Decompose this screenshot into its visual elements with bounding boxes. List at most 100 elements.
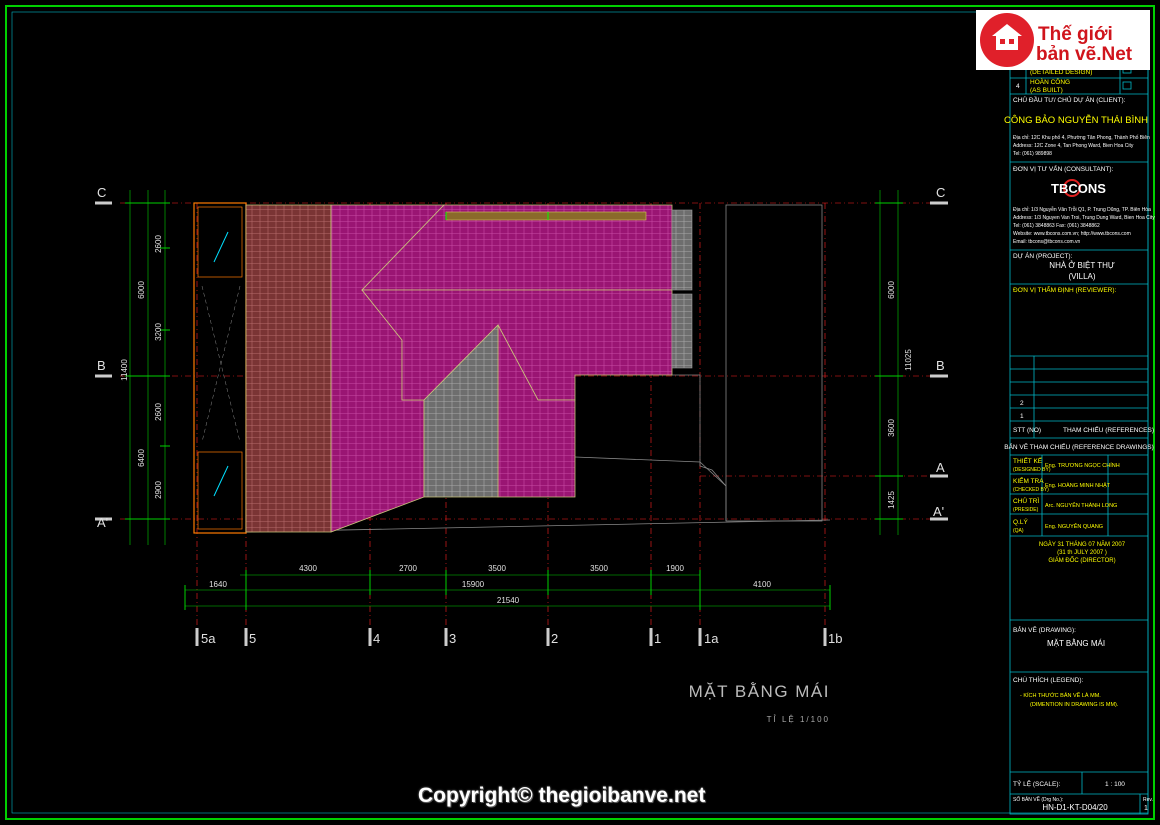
- consultant-logo: TBCONS: [1051, 181, 1106, 196]
- consultant-email: Email: tbcons@tbcons.com.vn: [1013, 239, 1081, 245]
- dim-left-inner-4: 2900: [154, 481, 163, 499]
- ref-no-2: 2: [1020, 400, 1024, 407]
- client-addr1: Địa chỉ: 12C Khu phố 4, Phường Tân Phong…: [1013, 134, 1150, 141]
- consultant-tel: Tel: (061) 3848863 Fax: (061) 3848862: [1013, 223, 1100, 229]
- project-sub: (VILLA): [1068, 272, 1095, 281]
- role-mgr-sub: (QA): [1013, 528, 1024, 534]
- ridge-gutter: [445, 211, 647, 221]
- dim-mid-2: 15900: [462, 580, 485, 589]
- dim-left-outer-2: 6400: [137, 449, 146, 467]
- rev-4-label: HOÀN CÔNG: [1030, 77, 1070, 86]
- role-check-sub: (CHECKED BY): [1013, 487, 1049, 493]
- role-design: THIẾT KẾ: [1013, 455, 1043, 465]
- col-label-1: 1: [654, 631, 661, 646]
- row-label-b-right: B: [936, 358, 945, 373]
- watermark-logo: Thế giới bản vẽ.Net: [976, 10, 1150, 70]
- role-chair: CHỦ TRÌ: [1013, 496, 1039, 505]
- house-icon: [992, 24, 1022, 50]
- col-label-3: 3: [449, 631, 456, 646]
- col-label-4: 4: [373, 631, 380, 646]
- col-label-5: 5: [249, 631, 256, 646]
- dim-right-1: 6000: [887, 281, 896, 299]
- legend-2: (DIMENTION IN DRAWING IS MM).: [1030, 702, 1119, 708]
- dim-top-2: 2700: [399, 564, 417, 573]
- dim-mid-3: 4100: [753, 580, 771, 589]
- date-line3: GIÁM ĐỐC (DIRECTOR): [1048, 557, 1115, 564]
- inner-frame: [11, 11, 1149, 814]
- grid-col-labels: 5a 5 4 3 2 1 1a 1b: [195, 628, 842, 646]
- row-label-a2-right: A': [933, 504, 944, 519]
- row-label-a2-left: A': [97, 515, 108, 530]
- dim-right-total: 11025: [904, 349, 913, 371]
- scale-value: 1 : 100: [1105, 781, 1125, 788]
- ref-drawings: BẢN VẼ THAM CHIẾU (REFERENCE DRAWINGS): [1004, 441, 1154, 451]
- roof-gray-right-bottom: [671, 293, 693, 369]
- ref-stt: STT (NO): [1013, 427, 1041, 434]
- rev-top-label: (DETAILED DESIGN): [1030, 69, 1092, 76]
- dim-top-4: 3500: [590, 564, 608, 573]
- dim-top-1: 4300: [299, 564, 317, 573]
- row-label-a-right: A: [936, 460, 945, 475]
- client-tel: Tel: (061) 989898: [1013, 151, 1052, 157]
- reviewer-label: ĐƠN VỊ THẨM ĐỊNH (REVIEWER):: [1013, 285, 1117, 294]
- rev-4-no: 4: [1016, 83, 1020, 90]
- consultant-label: ĐƠN VỊ TƯ VẤN (CONSULTANT):: [1013, 163, 1114, 173]
- client-addr2: Address: 12C Zone 4, Tan Phong Ward, Bie…: [1013, 143, 1134, 149]
- logo-line1: Thế giới: [1038, 24, 1113, 45]
- dim-left-total: 11400: [120, 359, 129, 381]
- legend-label: CHÚ THÍCH (LEGEND):: [1013, 675, 1083, 684]
- col-label-1a: 1a: [704, 631, 719, 646]
- col-label-2: 2: [551, 631, 558, 646]
- drawing-name: MẶT BẰNG MÁI: [1047, 639, 1105, 648]
- rev-4-sub: (AS BUILT): [1030, 87, 1063, 94]
- col-label-1b: 1b: [828, 631, 842, 646]
- role-check-name: Eng. HOÀNG MINH NHẬT: [1045, 482, 1111, 489]
- date-line2: (31 th JULY 2007 ): [1057, 550, 1107, 556]
- role-check: KIỂM TRA: [1013, 476, 1044, 485]
- role-chair-name: Arc. NGUYỄN THÀNH LONG: [1045, 502, 1117, 509]
- drawing-title: MẶT BẰNG MÁI: [689, 682, 830, 701]
- drawing-no: HN-D1-KT-D04/20: [1042, 803, 1108, 812]
- row-label-b-left: B: [97, 358, 106, 373]
- roof-plan: [245, 204, 693, 533]
- dim-left-inner-2: 3200: [154, 323, 163, 341]
- role-mgr-name: Eng. NGUYỄN QUANG: [1045, 523, 1103, 530]
- dim-right-2: 3600: [887, 419, 896, 437]
- dim-left-outer-1: 6000: [137, 281, 146, 299]
- dim-left-inner-3: 2600: [154, 403, 163, 421]
- roof-gray-right-top: [671, 209, 693, 291]
- client-label: CHỦ ĐẦU TƯ/ CHỦ DỰ ÁN (CLIENT):: [1013, 94, 1126, 104]
- outer-frame: [5, 5, 1155, 820]
- roof-brown: [245, 204, 332, 533]
- title-block: (DETAILED DESIGN) 4 HOÀN CÔNG (AS BUILT)…: [1004, 61, 1155, 815]
- ref-label: THAM CHIẾU (REFERENCES): [1063, 424, 1154, 434]
- consultant-web: Website: www.tbcons.com.vn; http://www.t…: [1013, 231, 1131, 237]
- drawing-sheet: 4300 2700 3500 3500 1900 1640 15900 4100…: [5, 5, 1155, 820]
- role-mgr: Q.LÝ: [1013, 517, 1028, 526]
- project-name: NHÀ Ở BIỆT THỰ: [1049, 261, 1115, 270]
- copyright-watermark: Copyright© thegioibanve.net: [418, 784, 706, 807]
- dim-total: 21540: [497, 596, 520, 605]
- ref-no-1: 1: [1020, 413, 1024, 420]
- client-name: CÔNG BẢO NGUYỄN THÁI BÌNH: [1004, 114, 1148, 126]
- date-line1: NGÀY 31 THÁNG 07 NĂM 2007: [1039, 541, 1126, 548]
- legend-1: - KÍCH THƯỚC BẢN VẼ LÀ MM.: [1020, 692, 1101, 699]
- drawing-label: BẢN VẼ (DRAWING):: [1013, 625, 1076, 634]
- consultant-addr1: Địa chỉ: 1/3 Nguyễn Văn Trỗi Q1, P. Trun…: [1013, 206, 1151, 213]
- col-label-5a: 5a: [201, 631, 216, 646]
- drawing-no-label: SỐ BẢN VẼ (Drg No.):: [1013, 796, 1063, 803]
- dim-top-5: 1900: [666, 564, 684, 573]
- rev-value: 1: [1144, 805, 1148, 812]
- drawing-scale: TỈ LỆ 1/100: [767, 715, 830, 724]
- project-label: DỰ ÁN (PROJECT):: [1013, 251, 1073, 260]
- dim-left-inner-1: 2600: [154, 235, 163, 253]
- consultant-addr2: Address: 1/3 Nguyen Van Troi, Trung Dung…: [1013, 215, 1155, 221]
- row-label-c-left: C: [97, 185, 106, 200]
- dim-top-3: 3500: [488, 564, 506, 573]
- dim-right-3: 1425: [887, 491, 896, 509]
- dim-mid-1: 1640: [209, 580, 227, 589]
- role-chair-sub: (PRESIDE): [1013, 507, 1039, 513]
- scale-label: TỶ LỆ (SCALE):: [1013, 779, 1061, 788]
- row-label-c-right: C: [936, 185, 945, 200]
- rev-label: Rev.: [1143, 797, 1153, 803]
